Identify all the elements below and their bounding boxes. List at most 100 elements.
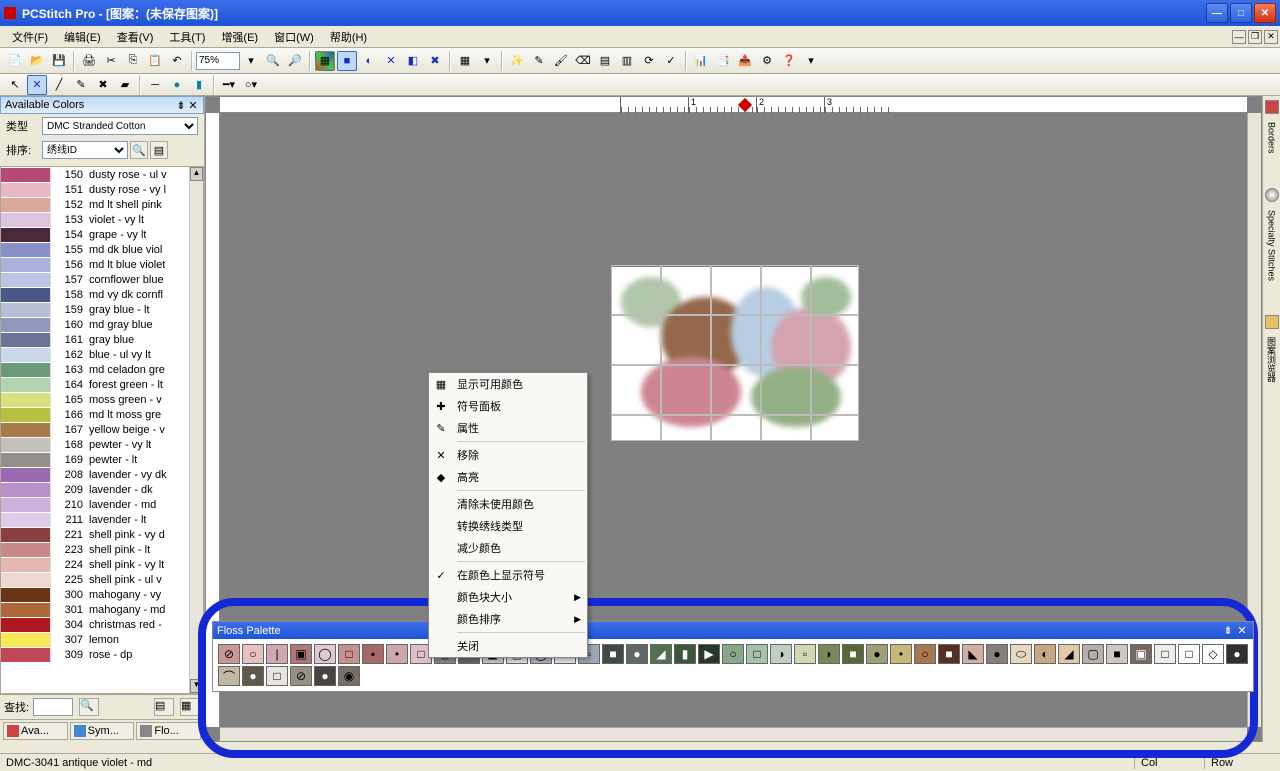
color-row[interactable]: 211lavender - lt [1, 512, 203, 527]
color-row[interactable]: 150dusty rose - ul v [1, 167, 203, 182]
floss-chip[interactable]: ● [986, 644, 1008, 664]
settings-icon[interactable]: ⚙ [757, 51, 777, 71]
floss-chip[interactable]: ◣ [962, 644, 984, 664]
zoom-select[interactable] [196, 52, 240, 70]
check-icon[interactable]: ✓ [661, 51, 681, 71]
color-row[interactable]: 304christmas red - [1, 617, 203, 632]
tab-floss[interactable]: Flo... [136, 722, 201, 740]
pin-icon[interactable]: ⇟ [175, 99, 187, 112]
fill-icon[interactable]: ▰ [115, 75, 135, 95]
panel-close-icon[interactable]: ✕ [187, 99, 199, 112]
color-row[interactable]: 162blue - ul vy lt [1, 347, 203, 362]
half-stitch-icon[interactable]: ◐ [359, 51, 379, 71]
color-row[interactable]: 158md vy dk cornfl [1, 287, 203, 302]
floss-chip[interactable]: • [890, 644, 912, 664]
menu-file[interactable]: 文件(F) [4, 27, 56, 47]
color-row[interactable]: 209lavender - dk [1, 482, 203, 497]
color-row[interactable]: 153violet - vy lt [1, 212, 203, 227]
color-row[interactable]: 169pewter - lt [1, 452, 203, 467]
color-row[interactable]: 225shell pink - ul v [1, 572, 203, 587]
floss-chip[interactable]: ▣ [290, 644, 312, 664]
layers-icon[interactable]: ▤ [595, 51, 615, 71]
cut-icon[interactable]: ✂ [101, 51, 121, 71]
floss-chip[interactable]: ■ [842, 644, 864, 664]
color-row[interactable]: 161gray blue [1, 332, 203, 347]
list-view-icon[interactable]: ▤ [154, 698, 174, 716]
undo-icon[interactable]: ↶ [167, 51, 187, 71]
grid-view-icon[interactable]: ▦ [180, 698, 200, 716]
color-row[interactable]: 221shell pink - vy d [1, 527, 203, 542]
menu-edit[interactable]: 编辑(E) [56, 27, 109, 47]
sort-select[interactable]: 绣线ID [42, 141, 128, 159]
floss-chip[interactable]: | [266, 644, 288, 664]
specialty-icon[interactable] [1265, 188, 1279, 202]
color-row[interactable]: 224shell pink - vy lt [1, 557, 203, 572]
floss-chip[interactable]: ⊘ [290, 666, 312, 686]
context-menu-item[interactable]: ◆高亮 [429, 466, 587, 488]
circle-icon[interactable]: ● [167, 75, 187, 95]
floss-chip[interactable]: ◯ [314, 644, 336, 664]
context-menu-item[interactable]: ✎属性 [429, 417, 587, 439]
tab-available[interactable]: Ava... [3, 722, 68, 740]
minimize-button[interactable]: — [1206, 3, 1228, 23]
pointer-icon[interactable]: ↖ [5, 75, 25, 95]
floss-chip[interactable]: ▢ [1082, 644, 1104, 664]
zoom-in-icon[interactable]: 🔍 [263, 51, 283, 71]
floss-pin-icon[interactable]: ⇟ [1221, 624, 1235, 637]
color-row[interactable]: 164forest green - lt [1, 377, 203, 392]
shape-icon[interactable]: ○▾ [241, 75, 261, 95]
search-icon[interactable]: 🔍 [130, 141, 148, 159]
color-row[interactable]: 307lemon [1, 632, 203, 647]
floss-chip[interactable]: □ [746, 644, 768, 664]
color-row[interactable]: 301mahogany - md [1, 602, 203, 617]
export-icon[interactable]: 📤 [735, 51, 755, 71]
color-row[interactable]: 223shell pink - lt [1, 542, 203, 557]
chevron-down-icon[interactable]: ▾ [801, 51, 821, 71]
menu-enhance[interactable]: 增强(E) [213, 27, 266, 47]
color-row[interactable]: 300mahogany - vy [1, 587, 203, 602]
browser-label[interactable]: 图案浏览器 [1265, 337, 1278, 382]
color-row[interactable]: 152md lt shell pink [1, 197, 203, 212]
backstitch-icon[interactable]: ╱ [49, 75, 69, 95]
tab-symbols[interactable]: Sym... [70, 722, 135, 740]
copy-icon[interactable]: ⎘ [123, 51, 143, 71]
eraser-icon[interactable]: ⌫ [573, 51, 593, 71]
floss-chip[interactable]: ▣ [1130, 644, 1152, 664]
mdi-minimize-button[interactable]: — [1232, 30, 1246, 44]
floss-chip[interactable]: ● [242, 666, 264, 686]
floss-chip[interactable]: ▫ [794, 644, 816, 664]
mdi-close-button[interactable]: ✕ [1264, 30, 1278, 44]
borders-label[interactable]: Borders [1267, 122, 1277, 154]
more-icon[interactable]: ━▾ [219, 75, 239, 95]
mdi-restore-button[interactable]: ❐ [1248, 30, 1262, 44]
context-menu-item[interactable]: 关闭 [429, 635, 587, 657]
three-quarter-icon[interactable]: ◧ [403, 51, 423, 71]
floss-chip[interactable]: ◢ [650, 644, 672, 664]
context-menu-item[interactable]: 颜色排序▶ [429, 608, 587, 630]
color-row[interactable]: 165moss green - v [1, 392, 203, 407]
color-row[interactable]: 208lavender - vy dk [1, 467, 203, 482]
scrollbar[interactable]: ▲ ▼ [189, 167, 203, 693]
rect-icon[interactable]: ▮ [189, 75, 209, 95]
color-row[interactable]: 159gray blue - lt [1, 302, 203, 317]
save-icon[interactable]: 💾 [49, 51, 69, 71]
color-row[interactable]: 151dusty rose - vy l [1, 182, 203, 197]
floss-chip[interactable]: ▮ [674, 644, 696, 664]
help-icon[interactable]: ❓ [779, 51, 799, 71]
floss-chip[interactable]: ◉ [338, 666, 360, 686]
floss-chip[interactable]: ● [866, 644, 888, 664]
floss-chip[interactable]: □ [266, 666, 288, 686]
paste-icon[interactable]: 📋 [145, 51, 165, 71]
wand-icon[interactable]: ✨ [507, 51, 527, 71]
menu-help[interactable]: 帮助(H) [322, 27, 375, 47]
print-icon[interactable]: 🖨 [79, 51, 99, 71]
color-row[interactable]: 163md celadon gre [1, 362, 203, 377]
new-icon[interactable]: 📄 [5, 51, 25, 71]
floss-chip[interactable]: ◐ [1034, 644, 1056, 664]
floss-chip[interactable]: ○ [722, 644, 744, 664]
color-row[interactable]: 156md lt blue violet [1, 257, 203, 272]
floss-chip[interactable]: ◗ [818, 644, 840, 664]
erase-icon[interactable]: ✖ [93, 75, 113, 95]
context-menu-item[interactable]: ✚符号面板 [429, 395, 587, 417]
grid-icon[interactable]: ▦ [315, 51, 335, 71]
